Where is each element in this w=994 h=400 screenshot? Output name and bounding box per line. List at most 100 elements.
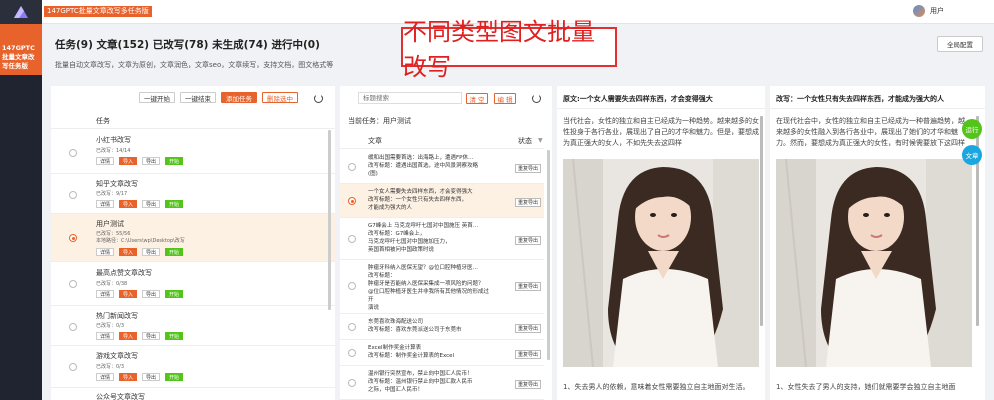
run-fab-button[interactable]: 运行 xyxy=(962,119,982,139)
import-button[interactable]: 导入 xyxy=(119,200,137,208)
article-row[interactable]: Excel制作奖金计算表 改写标题：制作奖金计算表的Excel 重复导出 xyxy=(340,340,544,366)
avatar xyxy=(913,5,925,17)
detail-button[interactable]: 详情 xyxy=(96,373,114,381)
original-paragraph: 当代社会，女性的独立和自主已经成为一种趋势。越来越多的女性投身于各行各业，展现出… xyxy=(563,117,759,147)
article-fab-button[interactable]: 文章 xyxy=(962,145,982,165)
task-name: 知乎文章改写 xyxy=(96,180,138,188)
task-row[interactable]: 知乎文章改写 已改写：9/17 详情 导入 导出 开始 xyxy=(51,174,335,214)
export-button[interactable]: 导出 xyxy=(142,332,160,340)
regenerate-button[interactable]: 重复导出 xyxy=(515,350,542,359)
start-button[interactable]: 开始 xyxy=(165,290,183,298)
original-scrollbar[interactable] xyxy=(760,116,763,326)
article-row[interactable]: G7峰会上 马克龙呼吁七国对中国施压 英首… 改写标题：G7峰会上， 马克龙呼吁… xyxy=(340,218,544,260)
regenerate-button[interactable]: 重复导出 xyxy=(515,380,542,389)
clear-button[interactable]: 清 空 xyxy=(466,93,488,104)
article-radio[interactable] xyxy=(348,349,356,357)
tasks-column-header: 任务 xyxy=(96,117,110,125)
articles-scrollbar[interactable] xyxy=(547,150,550,360)
detail-button[interactable]: 详情 xyxy=(96,200,114,208)
task-progress: 已改写：0/3 xyxy=(96,364,125,370)
task-name: 热门新闻改写 xyxy=(96,312,138,320)
regenerate-button[interactable]: 重复导出 xyxy=(515,324,542,333)
start-button[interactable]: 开始 xyxy=(165,373,183,381)
rewrite-title: 改写：一个女性只有失去四样东西，才能成为强大的人 xyxy=(776,95,944,103)
add-task-button[interactable]: 添加任务 xyxy=(221,92,257,103)
task-progress: 已改写：14/14 xyxy=(96,148,131,154)
article-row[interactable]: 缓和出国需要首选：出海路上，遭遇FP休… 改写标题：遭遇出国首选，途中风景洞察攻… xyxy=(340,150,544,184)
task-radio[interactable] xyxy=(69,149,77,157)
original-article-panel: 原文:一个女人需要失去四样东西，才会变得强大 当代社会，女性的独立和自主已经成为… xyxy=(557,86,765,400)
start-all-button[interactable]: 一键开始 xyxy=(139,92,175,103)
article-radio[interactable] xyxy=(348,379,356,387)
current-task-label: 当前任务：用户测试 xyxy=(348,117,411,125)
article-radio[interactable] xyxy=(348,282,356,290)
task-row[interactable]: 热门新闻改写 已改写：0/3 详情 导入 导出 开始 xyxy=(51,306,335,346)
app-window: 147GPTC批量文章改写多任务版 用户 147GPTC批量文章改写任务版 任务… xyxy=(0,0,994,400)
task-name: 游戏文章改写 xyxy=(96,352,138,360)
refresh-icon[interactable] xyxy=(314,94,323,103)
rewritten-article-panel: 改写：一个女性只有失去四样东西，才能成为强大的人 在现代社会中，女性的独立和自主… xyxy=(770,86,985,400)
detail-button[interactable]: 详情 xyxy=(96,290,114,298)
tasks-scrollbar[interactable] xyxy=(328,130,331,310)
start-button[interactable]: 开始 xyxy=(165,248,183,256)
original-title: 原文:一个女人需要失去四样东西，才会变得强大 xyxy=(563,95,713,103)
task-progress: 已改写：0/3 xyxy=(96,323,125,329)
detail-button[interactable]: 详情 xyxy=(96,248,114,256)
import-button[interactable]: 导入 xyxy=(119,248,137,256)
regenerate-button[interactable]: 重复导出 xyxy=(515,236,542,245)
export-button[interactable]: 导出 xyxy=(142,248,160,256)
rewrite-paragraph: 在现代社会中，女性的独立和自主已经成为一种普遍趋势，越来越多的女性融入到各行各业… xyxy=(776,117,965,147)
refresh-icon[interactable] xyxy=(532,94,541,103)
title-search-input[interactable] xyxy=(358,92,462,104)
filter-icon[interactable]: ▼ xyxy=(538,137,543,144)
task-row[interactable]: 最高点赞文章改写 已改写：0/38 详情 导入 导出 开始 xyxy=(51,262,335,306)
task-radio[interactable] xyxy=(69,323,77,331)
user-menu[interactable]: 用户 xyxy=(913,5,944,17)
task-radio[interactable] xyxy=(69,234,77,242)
portrait-image xyxy=(776,159,972,367)
start-button[interactable]: 开始 xyxy=(165,200,183,208)
stop-all-button[interactable]: 一键结束 xyxy=(180,92,216,103)
task-radio[interactable] xyxy=(69,363,77,371)
edit-button[interactable]: 编 辑 xyxy=(494,93,516,104)
regenerate-button[interactable]: 重复导出 xyxy=(515,282,542,291)
task-row[interactable]: 游戏文章改写 已改写：0/3 详情 导入 导出 开始 xyxy=(51,346,335,388)
detail-button[interactable]: 详情 xyxy=(96,157,114,165)
article-text: 温州银行突然宣布，禁止向中国汇人民币！ 改写标题：温州银行禁止向中国汇款人民币 … xyxy=(368,371,473,393)
task-row[interactable]: 小红书改写 已改写：14/14 详情 导入 导出 开始 xyxy=(51,130,335,174)
task-radio[interactable] xyxy=(69,280,77,288)
task-radio[interactable] xyxy=(69,191,77,199)
article-radio[interactable] xyxy=(348,235,356,243)
start-button[interactable]: 开始 xyxy=(165,332,183,340)
delete-selected-button[interactable]: 删除选中 xyxy=(262,92,298,103)
article-text: G7峰会上 马克龙呼吁七国对中国施压 英首… 改写标题：G7峰会上， 马克龙呼吁… xyxy=(368,223,479,253)
status-column-header: 状态 xyxy=(518,137,532,145)
article-text: 东莞喜欢珠海配送公司 改写标题：喜欢东莞派送公司于东莞市 xyxy=(368,319,462,333)
article-row-selected[interactable]: 一个女人需要失去四样东西，才会变得强大 改写标题：一个女性只有失去四样东西， 才… xyxy=(340,184,544,218)
sidebar-item-rewrite[interactable]: 147GPTC批量文章改写任务版 xyxy=(0,24,42,75)
article-radio[interactable] xyxy=(348,163,356,171)
article-radio[interactable] xyxy=(348,197,356,205)
article-row[interactable]: 肿瘤牙科纳入医保无望？@位口腔种植牙医… 改写标题： 肿瘤牙是否能纳入医保采集成… xyxy=(340,260,544,314)
task-row[interactable]: 公众号文章改写 xyxy=(51,388,335,400)
article-text: 缓和出国需要首选：出海路上，遭遇FP休… 改写标题：遭遇出国首选，途中风景洞察攻… xyxy=(368,155,479,177)
sidebar: 147GPTC批量文章改写任务版 xyxy=(0,24,42,400)
task-row-selected[interactable]: 用户测试 已改写：55/56 本地路径：C:\Users\wp\Desktop\… xyxy=(51,214,335,262)
regenerate-button[interactable]: 重复导出 xyxy=(515,164,542,173)
portrait-image xyxy=(563,159,759,367)
start-button[interactable]: 开始 xyxy=(165,157,183,165)
detail-button[interactable]: 详情 xyxy=(96,332,114,340)
import-button[interactable]: 导入 xyxy=(119,290,137,298)
import-button[interactable]: 导入 xyxy=(119,157,137,165)
export-button[interactable]: 导出 xyxy=(142,290,160,298)
export-button[interactable]: 导出 xyxy=(142,157,160,165)
import-button[interactable]: 导入 xyxy=(119,373,137,381)
article-radio[interactable] xyxy=(348,323,356,331)
article-row[interactable]: 温州银行突然宣布，禁止向中国汇人民币！ 改写标题：温州银行禁止向中国汇款人民币 … xyxy=(340,366,544,400)
regenerate-button[interactable]: 重复导出 xyxy=(515,198,542,207)
import-button[interactable]: 导入 xyxy=(119,332,137,340)
global-config-button[interactable]: 全局配置 xyxy=(937,36,983,52)
article-row[interactable]: 东莞喜欢珠海配送公司 改写标题：喜欢东莞派送公司于东莞市 重复导出 xyxy=(340,314,544,340)
export-button[interactable]: 导出 xyxy=(142,373,160,381)
export-button[interactable]: 导出 xyxy=(142,200,160,208)
